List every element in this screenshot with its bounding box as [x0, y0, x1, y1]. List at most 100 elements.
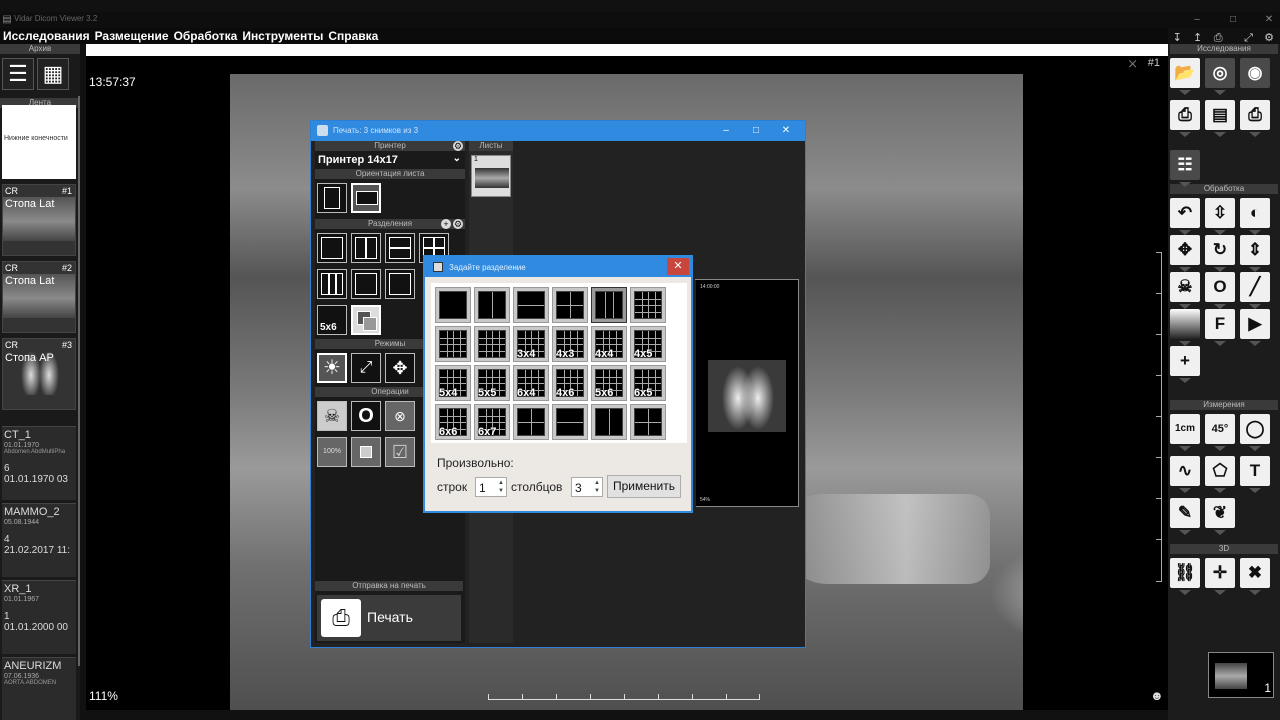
layout-option[interactable]	[474, 326, 510, 362]
cd-burn-icon[interactable]: ◉	[1240, 58, 1270, 88]
study-item[interactable]: CT_1 01.01.1970 Abdomen AbdMultiPha 6 01…	[2, 426, 76, 500]
pipette-icon[interactable]: ✎	[1170, 498, 1200, 535]
cd-icon[interactable]: ◎	[1205, 58, 1235, 95]
anonymize-icon[interactable]: ☷	[1170, 150, 1200, 187]
ruler-icon[interactable]: 1cm	[1170, 414, 1200, 451]
line-icon[interactable]: ╱	[1240, 272, 1270, 309]
layout-option[interactable]	[630, 287, 666, 323]
layout-3x3[interactable]	[351, 269, 381, 299]
undo-icon[interactable]: ↶	[1170, 198, 1200, 235]
print-preview[interactable]: 14:00:00 54%	[686, 279, 799, 508]
layout-1x1[interactable]	[317, 233, 347, 263]
layout-option[interactable]	[435, 287, 471, 323]
delete-op-icon[interactable]: ⊗	[385, 401, 415, 431]
layout-option[interactable]: 4x5	[630, 326, 666, 362]
strip-note[interactable]: Нижние конечности	[2, 105, 76, 179]
contrast-icon[interactable]: ◐	[1240, 198, 1270, 235]
series-thumb[interactable]: CR #2 Стопа Lat	[2, 261, 76, 333]
layout-option[interactable]: 5x6	[591, 365, 627, 401]
stepper-arrows-icon[interactable]: ▲ ▼	[498, 479, 504, 495]
close-button[interactable]: ✕	[1262, 13, 1276, 27]
layout-option[interactable]	[435, 326, 471, 362]
printer-select[interactable]: Принтер 14x17 ⌄	[315, 151, 465, 169]
orientation-icon[interactable]: ☻	[1150, 688, 1164, 703]
print-maximize-button[interactable]: □	[745, 123, 767, 139]
fit-mode-icon[interactable]: ⤢	[351, 353, 381, 383]
print-icon[interactable]: ⎙	[1211, 31, 1225, 45]
tools-off-icon[interactable]: ⨯	[1127, 56, 1138, 72]
filter-icon[interactable]: F	[1205, 309, 1235, 346]
rows-stepper[interactable]: 1 ▲ ▼	[475, 477, 507, 497]
window-level-icon[interactable]: ⇳	[1205, 198, 1235, 235]
layout-option[interactable]	[552, 404, 588, 440]
polyline-icon[interactable]: ∿	[1170, 456, 1200, 493]
angle-icon[interactable]: 45°	[1205, 414, 1235, 451]
layout-3x3-b[interactable]	[385, 269, 415, 299]
layout-custom[interactable]	[351, 305, 381, 335]
pan-icon[interactable]: ✥	[1170, 235, 1200, 272]
menu-studies[interactable]: Исследования	[0, 28, 92, 43]
ellipse-icon[interactable]: ◯	[1240, 414, 1270, 451]
study-item[interactable]: ANEURIZM 07.06.1936 AORTA.ABDOMEN	[2, 657, 76, 720]
center-op-icon[interactable]	[351, 437, 381, 467]
layout-option[interactable]: 4x6	[552, 365, 588, 401]
flip-vertical-icon[interactable]: ⇕	[1240, 235, 1270, 272]
layout-option[interactable]	[513, 287, 549, 323]
series-thumb[interactable]: CR #3 Стопа AP	[2, 338, 76, 410]
divide-dialog-close-button[interactable]: ✕	[667, 258, 689, 275]
layout-option[interactable]: 6x4	[513, 365, 549, 401]
move-mode-icon[interactable]: ✥	[385, 353, 415, 383]
circle-roi-icon[interactable]: O	[1205, 272, 1235, 309]
brightness-mode-icon[interactable]: ☀	[317, 353, 347, 383]
open-folder-icon[interactable]: 📂	[1170, 58, 1200, 95]
polygon-icon[interactable]: ⬠	[1205, 456, 1235, 493]
apply-button[interactable]: Применить	[607, 475, 681, 498]
maximize-button[interactable]: □	[1226, 13, 1240, 27]
add-layout-icon[interactable]: +	[441, 219, 451, 229]
sheet-thumb[interactable]: 1	[471, 155, 511, 197]
layout-3v[interactable]	[317, 269, 347, 299]
link-icon[interactable]: ⛓	[1170, 558, 1200, 595]
stepper-arrows-icon[interactable]: ▲ ▼	[594, 479, 600, 495]
layout-5x6[interactable]: 5x6	[317, 305, 347, 335]
layout-settings-icon[interactable]: ⚙	[453, 219, 463, 229]
menu-tools[interactable]: Инструменты	[239, 28, 325, 43]
layout-option[interactable]: 6x5	[630, 365, 666, 401]
layout-option[interactable]: 6x6	[435, 404, 471, 440]
print-button[interactable]: ⎙ Печать	[317, 595, 461, 641]
bone-icon[interactable]: ✖	[1240, 558, 1270, 595]
printer-settings-icon[interactable]: ⚙	[453, 141, 463, 151]
cols-stepper[interactable]: 3 ▲ ▼	[571, 477, 603, 497]
print-icon[interactable]: ⎙	[1170, 100, 1200, 137]
cine-icon[interactable]: ▶	[1240, 309, 1270, 346]
add-series-icon[interactable]: +	[1170, 346, 1200, 383]
layout-option[interactable]: 5x4	[435, 365, 471, 401]
grid-view-icon[interactable]: ▦	[37, 58, 69, 90]
text-icon[interactable]: T	[1240, 456, 1270, 493]
gradient-icon[interactable]	[1170, 309, 1200, 346]
layout-option[interactable]: 4x4	[591, 326, 627, 362]
study-item[interactable]: XR_1 01.01.1967 1 01.01.2000 00	[2, 580, 76, 654]
layout-option[interactable]	[630, 404, 666, 440]
layout-option[interactable]: 4x3	[552, 326, 588, 362]
layout-thumbnail[interactable]: 1	[1208, 652, 1274, 698]
rotate-icon[interactable]: ↻	[1205, 235, 1235, 272]
minimize-button[interactable]: –	[1190, 13, 1204, 27]
menu-layout[interactable]: Размещение	[92, 28, 171, 43]
menu-processing[interactable]: Обработка	[171, 28, 240, 43]
layout-option[interactable]: 3x4	[513, 326, 549, 362]
layout-2v[interactable]	[351, 233, 381, 263]
apply-check-icon[interactable]: ☑	[385, 437, 415, 467]
circle-op-icon[interactable]: O	[351, 401, 381, 431]
lungs-icon[interactable]: ❦	[1205, 498, 1235, 535]
expand-icon[interactable]: ⤢	[1242, 31, 1256, 45]
layout-option[interactable]	[591, 404, 627, 440]
layout-option[interactable]	[552, 287, 588, 323]
layout-2h[interactable]	[385, 233, 415, 263]
save-icon[interactable]: ▤	[1205, 100, 1235, 137]
layout-option[interactable]: 6x7	[474, 404, 510, 440]
layout-option[interactable]: 5x5	[474, 365, 510, 401]
left-scrollbar[interactable]	[78, 96, 80, 666]
study-item[interactable]: MAMMO_2 05.08.1944 4 21.02.2017 11:	[2, 503, 76, 577]
skull-op-icon[interactable]: ☠	[317, 401, 347, 431]
